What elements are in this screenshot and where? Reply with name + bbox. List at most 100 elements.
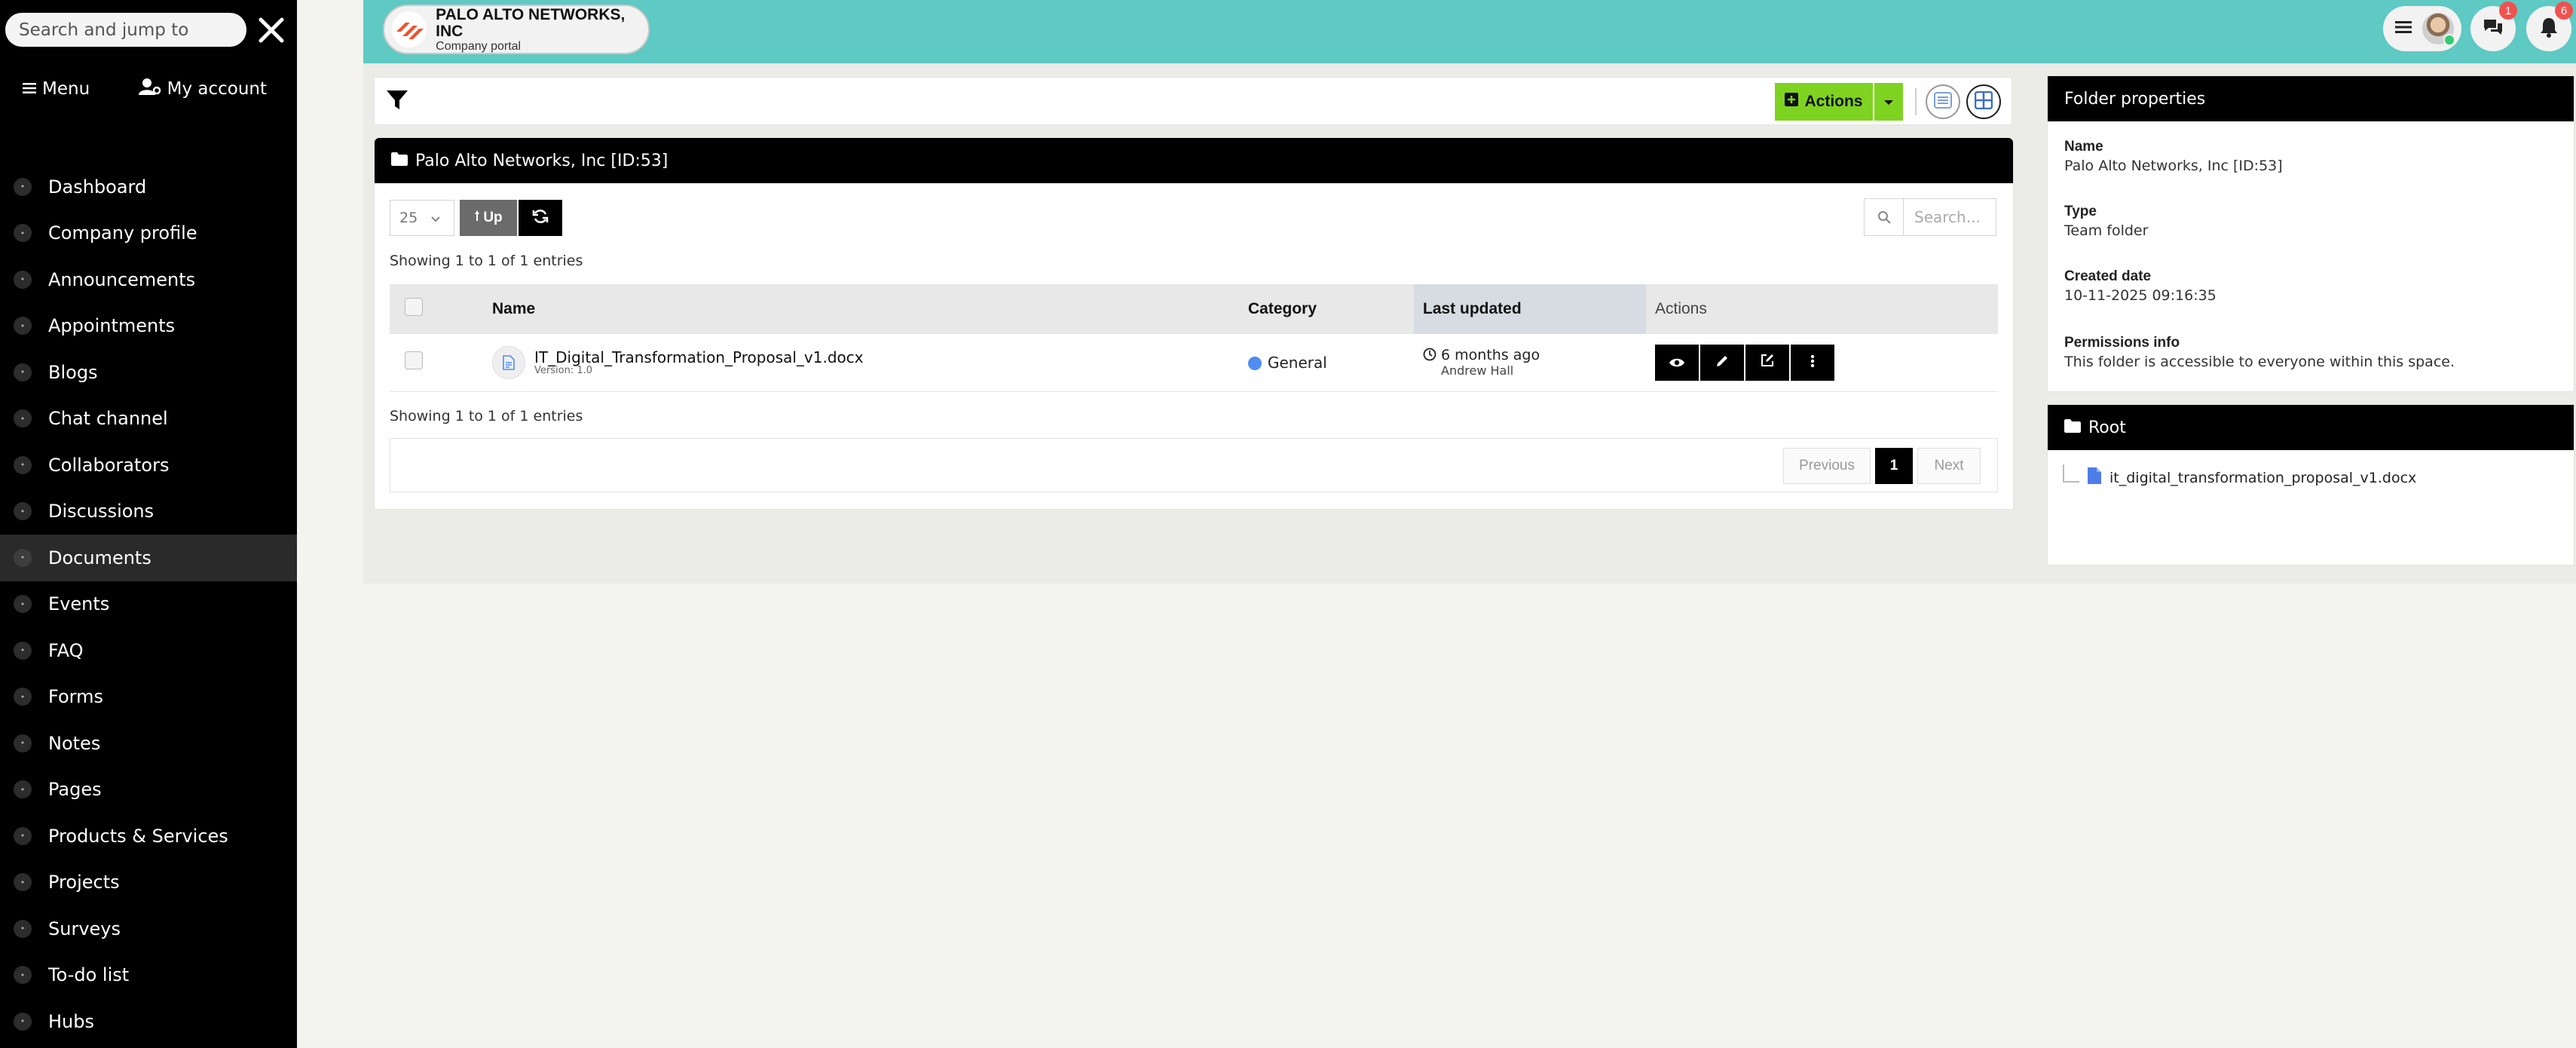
search-input[interactable]: [1904, 199, 1994, 235]
sidebar-item-pages[interactable]: • Pages: [0, 767, 297, 814]
eye-icon: [1669, 354, 1685, 372]
building-icon: •: [14, 224, 32, 243]
folder-properties-title: Folder properties: [2048, 76, 2574, 121]
sidebar-item-forms[interactable]: • Forms: [0, 674, 297, 721]
entries-info-top: Showing 1 to 1 of 1 entries: [390, 253, 583, 269]
sidebar-item-collaborators[interactable]: • Collaborators: [0, 442, 297, 489]
sidebar-item-label: Announcements: [48, 268, 196, 290]
pencil-icon: [1715, 354, 1729, 372]
sidebar-top-links: Menu My account: [23, 75, 267, 103]
folder-panel: Palo Alto Networks, Inc [ID:53] 25 Up Sh…: [374, 137, 2014, 510]
refresh-button[interactable]: [519, 200, 562, 236]
property-created: Created date 10-11-2025 09:16:35: [2064, 268, 2217, 305]
sidebar-item-discussions[interactable]: • Discussions: [0, 489, 297, 535]
tree-connector: [2063, 464, 2079, 483]
sidebar-item-products-services[interactable]: • Products & Services: [0, 813, 297, 860]
refresh-icon: [532, 208, 549, 228]
sidebar-item-faq[interactable]: • FAQ: [0, 627, 297, 674]
documents-table: Name Category Last updated Actions IT_Di…: [390, 284, 1998, 392]
list-icon: •: [14, 966, 32, 985]
question-icon: •: [14, 641, 32, 660]
property-name-value: Palo Alto Networks, Inc [ID:53]: [2064, 158, 2283, 174]
actions-dropdown-toggle[interactable]: [1874, 83, 1903, 121]
sidebar-item-surveys[interactable]: • Surveys: [0, 906, 297, 952]
sidebar-item-chat-channel[interactable]: • Chat channel: [0, 396, 297, 443]
user-cog-icon: [138, 78, 161, 100]
edit-details-button[interactable]: [1745, 344, 1789, 381]
survey-icon: •: [14, 919, 32, 938]
select-all-checkbox[interactable]: [405, 298, 423, 316]
pagination-previous[interactable]: Previous: [1783, 448, 1871, 484]
user-menu-button[interactable]: [2383, 6, 2461, 51]
column-header-category[interactable]: Category: [1239, 284, 1414, 334]
sidebar-item-notes[interactable]: • Notes: [0, 720, 297, 767]
sidebar-item-to-do-list[interactable]: • To-do list: [0, 952, 297, 999]
arrow-up-icon: [474, 210, 480, 226]
view-button[interactable]: [1655, 344, 1699, 381]
sidebar-item-documents[interactable]: • Documents: [0, 535, 297, 581]
sidebar-item-blogs[interactable]: • Blogs: [0, 349, 297, 396]
sidebar-item-label: Projects: [48, 872, 120, 893]
sidebar-item-projects[interactable]: • Projects: [0, 860, 297, 906]
column-header-name[interactable]: Name: [483, 284, 1239, 334]
list-view-button[interactable]: [1926, 84, 1960, 119]
pagination-next[interactable]: Next: [1917, 448, 1981, 484]
ellipsis-vertical-icon: [1810, 354, 1815, 372]
sidebar-item-announcements[interactable]: • Announcements: [0, 256, 297, 303]
menu-button[interactable]: Menu: [23, 79, 90, 99]
actions-cell: [1646, 334, 1998, 392]
sidebar-item-hubs[interactable]: • Hubs: [0, 998, 297, 1045]
table-row: IT_Digital_Transformation_Proposal_v1.do…: [390, 334, 1998, 392]
category-label: General: [1268, 353, 1327, 372]
column-header-last-updated[interactable]: Last updated: [1414, 284, 1646, 334]
comment-icon: •: [14, 502, 32, 521]
toolbar-divider: [1915, 88, 1917, 115]
up-label: Up: [483, 210, 503, 225]
sidebar-item-events[interactable]: • Events: [0, 581, 297, 628]
actions-label: Actions: [1804, 93, 1863, 110]
file-name-link[interactable]: IT_Digital_Transformation_Proposal_v1.do…: [534, 349, 864, 366]
folder-tree-panel: Root it_digital_transformation_proposal_…: [2047, 404, 2574, 565]
property-type-value: Team folder: [2064, 222, 2149, 239]
folder-tree-title: Root: [2088, 418, 2126, 437]
folder-icon: •: [14, 548, 32, 567]
close-icon[interactable]: [255, 14, 288, 47]
row-checkbox[interactable]: [405, 351, 423, 370]
filter-icon[interactable]: [385, 88, 412, 115]
property-permissions-value: This folder is accessible to everyone wi…: [2064, 354, 2455, 370]
actions-button[interactable]: Actions: [1775, 83, 1873, 121]
sidebar-item-company-profile[interactable]: • Company profile: [0, 210, 297, 257]
sidebar-search-input[interactable]: [5, 13, 246, 47]
sidebar-item-appointments[interactable]: • Appointments: [0, 303, 297, 350]
property-type: Type Team folder: [2064, 203, 2148, 241]
edit-button[interactable]: [1700, 344, 1744, 381]
company-brand[interactable]: PALO ALTO NETWORKS, INC Company portal: [383, 5, 650, 54]
tree-file-item[interactable]: it_digital_transformation_proposal_v1.do…: [2063, 464, 2416, 489]
home-icon: •: [14, 177, 32, 196]
page-size-select[interactable]: 25: [390, 200, 454, 236]
hamburger-icon: [2395, 20, 2412, 37]
up-folder-button[interactable]: Up: [460, 200, 517, 236]
hamburger-icon: [23, 79, 36, 99]
more-options-button[interactable]: [1791, 344, 1834, 381]
chat-notifications-button[interactable]: 1: [2470, 2, 2517, 51]
grid-view-button[interactable]: [1966, 84, 2001, 119]
my-account-button[interactable]: My account: [138, 78, 267, 100]
select-all-cell: [390, 284, 483, 334]
sidebar-item-label: Surveys: [48, 918, 121, 939]
pagination-page-1[interactable]: 1: [1875, 448, 1913, 484]
sidebar: Menu My account • Dashboard • Company profi…: [0, 0, 297, 1048]
file-icon: [2087, 467, 2102, 489]
name-cell: IT_Digital_Transformation_Proposal_v1.do…: [483, 334, 1239, 392]
list-view-icon: [1934, 92, 1952, 112]
chat-icon: •: [14, 409, 32, 428]
updated-time: 6 months ago: [1441, 346, 1540, 363]
sidebar-item-label: Forms: [48, 686, 103, 708]
folder-icon: [391, 152, 408, 170]
sidebar-item-dashboard[interactable]: • Dashboard: [0, 164, 297, 210]
notifications-button[interactable]: 6: [2526, 2, 2573, 51]
sidebar-item-label: FAQ: [48, 639, 84, 661]
company-logo-icon: [392, 11, 427, 47]
hub-icon: •: [14, 1012, 32, 1031]
page-icon: •: [14, 780, 32, 799]
